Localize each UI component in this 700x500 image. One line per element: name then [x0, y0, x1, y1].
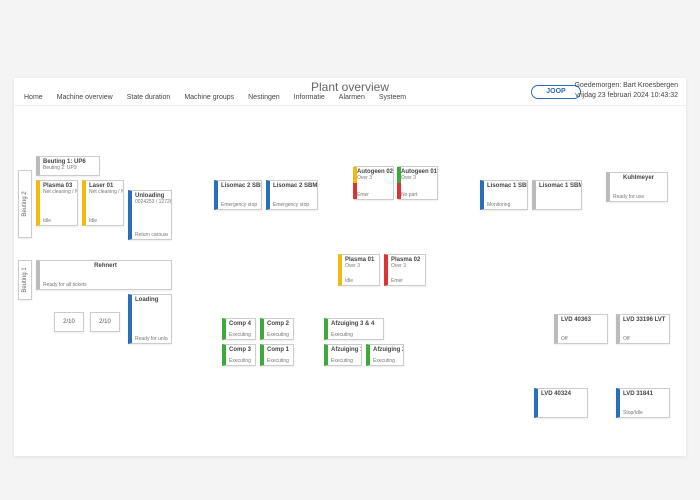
- machine-autogeen01[interactable]: Autogeen 01 Over 3 No part: [398, 166, 438, 200]
- machine-afzuiging34[interactable]: Afzuiging 3 & 4Executing: [324, 318, 384, 340]
- machine-plasma02[interactable]: Plasma 02 Over 3 Emer: [384, 254, 426, 286]
- vlabel-beuting1: Beuting 1: [18, 260, 32, 300]
- machine-afzuiging1[interactable]: Afzuiging 1Executing: [324, 344, 362, 366]
- plant-overview-panel: Plant overview Home Machine overview Sta…: [14, 78, 686, 456]
- greeting: Goedemorgen: Bart Kroesbergen: [574, 82, 678, 89]
- machine-comp3[interactable]: Comp 3Executing: [222, 344, 256, 366]
- machine-comp4[interactable]: Comp 4Executing: [222, 318, 256, 340]
- menu-home[interactable]: Home: [24, 94, 43, 101]
- datetime: vrijdag 23 februari 2024 10:43:32: [575, 92, 678, 99]
- menu-state-duration[interactable]: State duration: [127, 94, 171, 101]
- menu-nestingen[interactable]: Nestingen: [248, 94, 280, 101]
- menu-machine-groups[interactable]: Machine groups: [184, 94, 234, 101]
- header: Plant overview Home Machine overview Sta…: [14, 78, 686, 106]
- machine-loading[interactable]: Loading Ready for unloading: [128, 294, 172, 344]
- machine-rehnert[interactable]: Rehnert Ready for all tickets: [36, 260, 172, 290]
- machine-autogeen02[interactable]: Autogeen 02 Over 3 Emer: [354, 166, 394, 200]
- main-menu: Home Machine overview State duration Mac…: [24, 94, 406, 101]
- beuting-header: Beuting 1: UP6 Beuting 2: UP9: [36, 156, 100, 176]
- menu-alarmen[interactable]: Alarmen: [339, 94, 365, 101]
- machine-comp2[interactable]: Comp 2Executing: [260, 318, 294, 340]
- machine-lisomac2-sbmxl[interactable]: Lisomac 2 SBM XL Emergency stop: [266, 180, 318, 210]
- machine-comp1[interactable]: Comp 1Executing: [260, 344, 294, 366]
- vlabel-beuting2: Beuting 2: [18, 170, 32, 238]
- page-title: Plant overview: [311, 80, 389, 94]
- machine-afzuiging2[interactable]: Afzuiging 2Executing: [366, 344, 404, 366]
- machine-lvd33196[interactable]: LVD 33196 LVTOff: [616, 314, 670, 344]
- machine-lvd40324[interactable]: LVD 40324: [534, 388, 588, 418]
- counter-2: 2/10: [90, 312, 120, 332]
- machine-lvd40363[interactable]: LVD 40363Off: [554, 314, 608, 344]
- menu-systeem[interactable]: Systeem: [379, 94, 406, 101]
- machine-lisomac1-sbmm[interactable]: Lisomac 1 SBM M Monitoring: [480, 180, 528, 210]
- machine-lisomac1-sbmxl[interactable]: Lisomac 1 SBM XL: [532, 180, 582, 210]
- menu-machine-overview[interactable]: Machine overview: [57, 94, 113, 101]
- machine-laser01[interactable]: Laser 01 Net cleaning / No place Idle: [82, 180, 124, 226]
- menu-informatie[interactable]: Informatie: [294, 94, 325, 101]
- machine-lvd31841[interactable]: LVD 31841Stop/Idle: [616, 388, 670, 418]
- machine-kuhlmeyer[interactable]: Kuhlmeyer Ready for use: [606, 172, 668, 202]
- machine-lisomac2-sbmm[interactable]: Lisomac 2 SBM M Emergency stop: [214, 180, 262, 210]
- machine-plasma01[interactable]: Plasma 01 Over 3 Idle: [338, 254, 380, 286]
- machine-plasma03[interactable]: Plasma 03 Net cleaning / No place Idle: [36, 180, 78, 226]
- counter-1: 2/10: [54, 312, 84, 332]
- machine-unloading[interactable]: Unloading 0024253 / 127200 UP9 Return ca…: [128, 190, 172, 240]
